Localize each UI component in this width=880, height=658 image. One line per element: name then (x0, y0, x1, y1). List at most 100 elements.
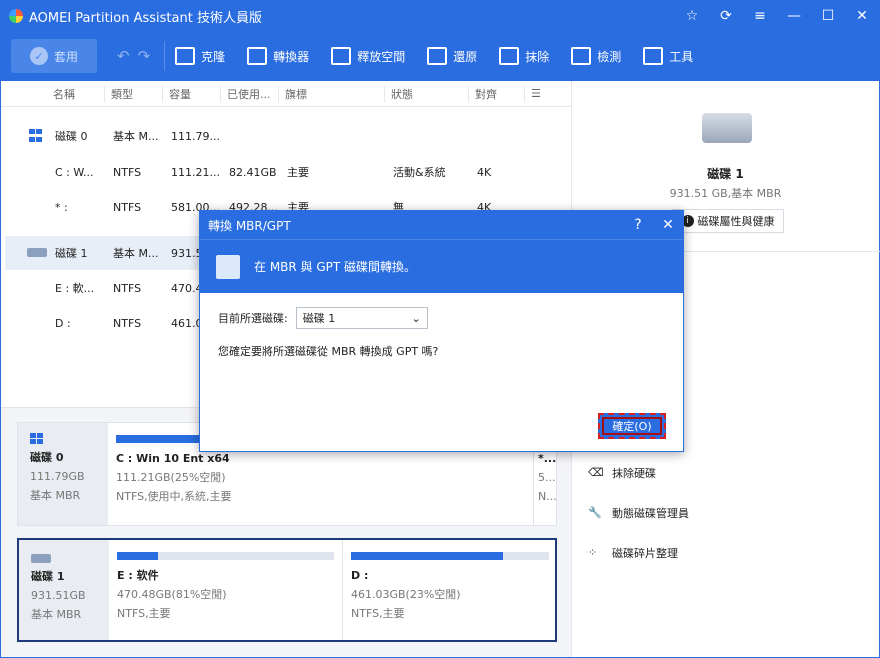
partition-info: 111.21GB(25%空閒) (116, 471, 226, 484)
row-type: 基本 M... (113, 130, 159, 143)
dialog-body: 目前所選磁碟: 磁碟 1 ⌄ 您確定要將所選磁碟從 MBR 轉換成 GPT 嗎? (200, 293, 683, 373)
partition-block[interactable]: D : 461.03GB(23%空閒) NTFS,主要 (343, 540, 557, 640)
wrench-icon: 🔧 (588, 506, 602, 519)
disk-card-selected[interactable]: 磁碟 1 931.51GB 基本 MBR E : 软件 470.48GB(81%… (17, 538, 557, 642)
disk-size: 111.79GB (30, 470, 85, 483)
test-label: 檢測 (597, 49, 622, 64)
defrag-op[interactable]: ⁘ 磁碟碎片整理 (588, 545, 678, 561)
close-button[interactable]: ✕ (845, 1, 879, 31)
partition-label: *... (538, 452, 557, 465)
disk-select[interactable]: 磁碟 1 ⌄ (295, 307, 428, 329)
windows-disk-icon (30, 433, 96, 444)
row-name: E : 軟... (55, 282, 95, 295)
partition-fs: NTFS,主要 (117, 607, 171, 620)
apply-button[interactable]: ✓ 套用 (11, 39, 97, 73)
test-icon (571, 47, 592, 65)
partition-label: D : (351, 569, 369, 582)
table-row[interactable]: 磁碟 0 基本 M... 111.79... (7, 119, 571, 153)
disk-properties-button[interactable]: i 磁碟屬性與健康 (672, 209, 784, 233)
dialog-close-button[interactable]: ✕ (653, 217, 683, 233)
toolbar-divider (164, 41, 166, 71)
help-icon[interactable]: ? (623, 217, 653, 233)
col-status[interactable]: 狀態 (385, 85, 469, 102)
row-name: C : W... (55, 165, 94, 179)
row-capacity: 111.21... (171, 165, 220, 179)
refresh-icon[interactable]: ⟳ (709, 1, 743, 31)
op-label: 磁碟碎片整理 (612, 547, 678, 560)
partition-info: 461.03GB(23%空閒) (351, 588, 461, 601)
wipe-icon (499, 47, 520, 65)
row-type: NTFS (113, 316, 142, 330)
disk-name: 磁碟 0 (30, 451, 64, 464)
app-logo-icon (9, 9, 23, 23)
row-type: NTFS (113, 165, 142, 179)
title-bar: AOMEI Partition Assistant 技術人員版 ☆ ⟳ ≡ — … (1, 1, 879, 31)
redo-button[interactable]: ↷ (138, 47, 151, 65)
wipe-disk-op[interactable]: ⌫ 抹除硬碟 (588, 465, 656, 481)
hdd-icon (31, 554, 51, 563)
disk-info: 磁碟 0 111.79GB 基本 MBR (18, 423, 108, 525)
dialog-banner: 在 MBR 與 GPT 磁碟間轉換。 (200, 239, 683, 293)
toolbar: ✓ 套用 ↶ ↷ 克隆 轉換器 釋放空間 還原 抹除 檢測 工具 (1, 31, 879, 81)
column-header: 名稱 類型 容量 已使用... 旗標 狀態 對齊 ☰ (1, 81, 571, 107)
windows-disk-icon (29, 129, 51, 143)
menu-icon[interactable]: ≡ (743, 1, 777, 31)
partition-fs: NTFS,使用中,系統,主要 (116, 490, 232, 503)
clone-button[interactable]: 克隆 (175, 47, 225, 65)
test-button[interactable]: 檢測 (571, 47, 621, 65)
col-align[interactable]: 對齊 (469, 85, 525, 102)
dialog-title: 轉換 MBR/GPT (208, 218, 291, 233)
minimize-button[interactable]: — (777, 1, 811, 31)
restore-icon (427, 47, 448, 65)
banner-text: 在 MBR 與 GPT 磁碟間轉換。 (254, 260, 417, 274)
select-label: 目前所選磁碟: (218, 312, 288, 325)
tools-button[interactable]: 工具 (643, 47, 693, 65)
tools-icon (643, 47, 664, 65)
maximize-button[interactable]: ☐ (811, 1, 845, 31)
usage-bar (351, 552, 549, 560)
convert-button[interactable]: 轉換器 (247, 47, 309, 65)
row-type: NTFS (113, 200, 142, 214)
partition-label: C : Win 10 Ent x64 (116, 452, 230, 465)
disk-properties-label: 磁碟屬性與健康 (697, 215, 775, 228)
wipe-button[interactable]: 抹除 (499, 47, 549, 65)
col-capacity[interactable]: 容量 (163, 85, 221, 102)
col-used[interactable]: 已使用... (221, 85, 279, 102)
col-name[interactable]: 名稱 (1, 85, 105, 102)
row-status: 活動&系統 (393, 166, 446, 179)
apply-label: 套用 (53, 49, 78, 64)
partition-fs: N... (538, 490, 557, 503)
col-flag[interactable]: 旗標 (279, 85, 385, 102)
restore-button[interactable]: 還原 (427, 47, 477, 65)
convert-icon (247, 47, 268, 65)
row-flag: 主要 (287, 166, 309, 179)
convert-dialog: 轉換 MBR/GPT ? ✕ 在 MBR 與 GPT 磁碟間轉換。 目前所選磁碟… (199, 210, 684, 452)
convert-label: 轉換器 (273, 49, 310, 64)
table-row[interactable]: C : W... NTFS 111.21... 82.41GB 主要 活動&系統… (7, 155, 571, 189)
clone-label: 克隆 (201, 49, 226, 64)
disk-info: 磁碟 1 931.51GB 基本 MBR (19, 540, 109, 640)
star-icon[interactable]: ☆ (675, 1, 709, 31)
tools-label: 工具 (669, 49, 694, 64)
partition-info: 5... (538, 471, 556, 484)
side-disk-desc: 931.51 GB,基本 MBR (669, 187, 782, 200)
dynamic-disk-op[interactable]: 🔧 動態磁碟管理員 (588, 505, 689, 521)
disk-kind: 基本 MBR (30, 489, 81, 502)
row-capacity: 111.79... (171, 129, 220, 143)
partition-label: E : 软件 (117, 569, 159, 582)
undo-button[interactable]: ↶ (117, 47, 130, 65)
ok-button[interactable]: 確定(O) (598, 413, 666, 439)
app-window: AOMEI Partition Assistant 技術人員版 ☆ ⟳ ≡ — … (0, 0, 880, 658)
confirm-question: 您確定要將所選磁碟從 MBR 轉換成 GPT 嗎? (218, 345, 439, 358)
free-space-button[interactable]: 釋放空間 (331, 47, 405, 65)
row-type: NTFS (113, 281, 142, 295)
col-type[interactable]: 類型 (105, 85, 163, 102)
check-icon: ✓ (29, 47, 48, 65)
dialog-title-bar: 轉換 MBR/GPT ? ✕ (200, 211, 683, 239)
disk-kind: 基本 MBR (31, 608, 82, 621)
column-settings-icon[interactable]: ☰ (525, 86, 565, 102)
window-title: AOMEI Partition Assistant 技術人員版 (29, 10, 262, 26)
disk-select-row: 目前所選磁碟: 磁碟 1 ⌄ (218, 307, 665, 329)
partition-block[interactable]: E : 软件 470.48GB(81%空閒) NTFS,主要 (109, 540, 343, 640)
row-type: 基本 M... (113, 247, 159, 260)
